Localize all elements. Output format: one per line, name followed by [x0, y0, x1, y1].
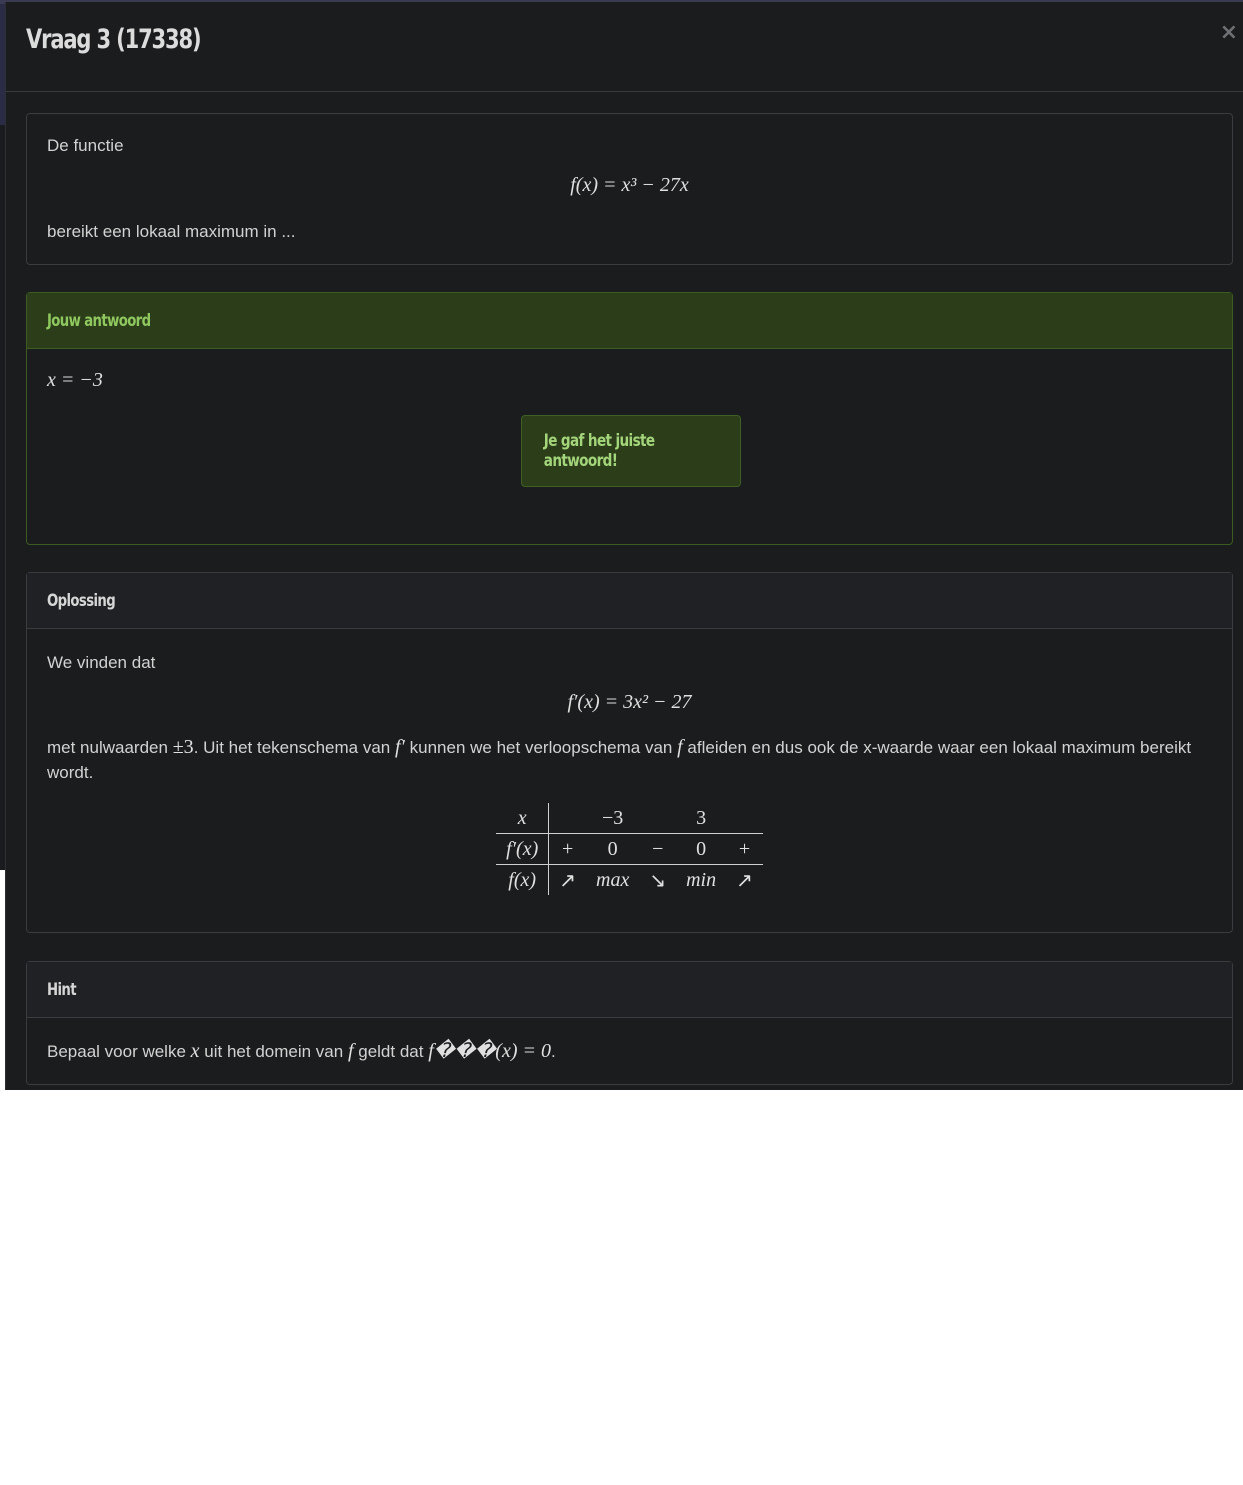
hint-text: Bepaal voor welke x uit het domein van f…: [47, 1040, 556, 1062]
table-cell: +: [548, 833, 587, 865]
question-intro: De functie: [47, 136, 124, 155]
table-cell: 3: [696, 806, 707, 829]
solution-card: Oplossing We vinden dat f′(x) = 3x² − 27…: [26, 572, 1233, 933]
table-cell: −: [639, 833, 677, 865]
table-cell: f′(x): [496, 833, 550, 865]
question-modal: Vraag 3 (17338) × De functie f(x) = x³ −…: [5, 2, 1243, 1090]
answer-header: Jouw antwoord: [27, 293, 1232, 349]
modal-title: Vraag 3 (17338): [26, 24, 202, 55]
question-formula: f(x) = x³ − 27x: [570, 174, 689, 196]
table-cell: [726, 803, 763, 834]
table-cell: max: [586, 864, 640, 895]
correct-feedback-badge: Je gaf het juiste antwoord!: [521, 415, 741, 487]
table-cell: ↘: [639, 864, 677, 895]
sign-table: x −3 3 f′(x) + 0 − 0 + f(x) ↗ max ↘ min …: [496, 803, 763, 895]
table-cell: 0: [586, 833, 640, 865]
table-cell: x: [496, 803, 550, 834]
solution-formula: f′(x) = 3x² − 27: [567, 691, 692, 713]
table-cell: ↗: [726, 864, 763, 895]
question-outro: bereikt een lokaal maximum in ...: [47, 222, 296, 241]
table-cell: ↗: [548, 864, 587, 895]
modal-header: Vraag 3 (17338) ×: [6, 2, 1243, 92]
table-cell: [549, 803, 586, 834]
close-button[interactable]: ×: [1220, 20, 1238, 45]
answer-value: x = −3: [47, 369, 103, 391]
table-cell: −3: [602, 806, 624, 829]
hint-header: Hint: [27, 962, 1232, 1018]
table-cell: f(x): [496, 864, 550, 895]
solution-intro: We vinden dat: [47, 653, 156, 672]
answer-card: Jouw antwoord x = −3 Je gaf het juiste a…: [26, 292, 1233, 545]
solution-paragraph: met nulwaarden ±3. Uit het tekenschema v…: [47, 736, 1192, 782]
table-cell: +: [726, 833, 763, 865]
table-cell: 0: [676, 833, 727, 865]
sign-table-wrap: x −3 3 f′(x) + 0 − 0 + f(x) ↗ max ↘ min …: [27, 803, 1232, 895]
table-cell: min: [676, 864, 727, 895]
solution-header: Oplossing: [27, 573, 1232, 629]
table-cell: [639, 803, 676, 834]
hint-card: Hint Bepaal voor welke x uit het domein …: [26, 961, 1233, 1085]
question-card: De functie f(x) = x³ − 27x bereikt een l…: [26, 113, 1233, 265]
